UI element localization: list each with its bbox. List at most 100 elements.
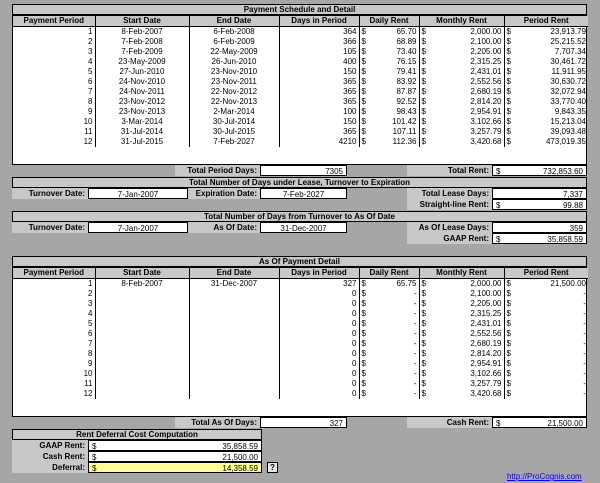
schedule-amount: 2,552.56: [470, 77, 502, 86]
schedule-cell: 366: [279, 37, 360, 47]
schedule-amount: 11,911.95: [551, 67, 586, 76]
schedule-cell: $33,770.40: [504, 97, 588, 107]
schedule-table: Payment Period Start Date End Date Days in …: [12, 15, 588, 165]
table-row: 11 31-Jul-2014 30-Jul-2015 365 $107.11 $3,257…: [13, 127, 588, 137]
currency-sign: $: [421, 77, 426, 86]
schedule-header-5: Monthly Rent: [419, 16, 505, 27]
detail-cell: $ -: [504, 359, 588, 369]
schedule-cell: 27-Jun-2010: [95, 67, 190, 77]
table-row: 9 23-Nov-2013 2-Mar-2014 100 $98.43 $2,954.91…: [13, 107, 588, 117]
schedule-amount: 2,680.19: [470, 87, 502, 96]
detail-cell: $ -: [359, 369, 420, 379]
detail-amount: 2,205.00: [470, 299, 502, 308]
lease-turnover-input[interactable]: 7-Jan-2007: [88, 188, 188, 199]
detail-cell: 7: [13, 339, 96, 349]
schedule-amount: 25,215.52: [550, 37, 586, 46]
schedule-cell: 5: [13, 67, 96, 77]
schedule-cell: 12: [13, 137, 96, 147]
table-row: 10 0 $ - $3,102.66 $ -: [13, 369, 588, 379]
schedule-amount: 2,100.00: [470, 37, 502, 46]
detail-cell: $2,000.00: [419, 278, 505, 289]
expiration-input[interactable]: 7-Feb-2027: [260, 188, 347, 199]
detail-cell: 0: [279, 369, 360, 379]
schedule-amount: 68.89: [396, 37, 417, 46]
table-row: 11 0 $ - $3,257.79 $ -: [13, 379, 588, 389]
schedule-amount: 473,019.35: [545, 137, 586, 146]
asof-turnover-label: Turnover Date:: [12, 222, 88, 233]
schedule-cell: 7-Feb-2009: [95, 47, 190, 57]
detail-cell: 10: [13, 369, 96, 379]
asof-title: Total Number of Days from Turnover to As…: [12, 211, 587, 222]
detail-cell: $ -: [359, 299, 420, 309]
schedule-cell: 23-Nov-2012: [95, 97, 190, 107]
detail-cell: $65.75: [359, 278, 420, 289]
schedule-cell: $2,315.25: [419, 57, 505, 67]
schedule-amount: 7,707.34: [554, 47, 586, 56]
detail-cell: 0: [279, 319, 360, 329]
currency-sign: $: [421, 339, 426, 348]
schedule-amount: 2,315.25: [470, 57, 502, 66]
detail-cell: $2,431.01: [419, 319, 505, 329]
detail-cell: [189, 379, 280, 389]
schedule-cell: 4210: [279, 137, 360, 147]
schedule-amount: 9,843.35: [554, 107, 586, 116]
schedule-amount: 39,093.48: [550, 127, 586, 136]
cash-rent-amount: 21,500.00: [547, 419, 583, 428]
schedule-amount: 2,431.01: [470, 67, 502, 76]
help-button[interactable]: ?: [267, 462, 278, 473]
procognis-link[interactable]: http://ProCognis.com: [507, 472, 582, 481]
currency-sign: $: [361, 37, 366, 46]
currency-sign: $: [506, 329, 511, 338]
schedule-amount: 2,814.20: [470, 97, 502, 106]
cash-rent-label: Cash Rent:: [407, 417, 492, 428]
schedule-cell: 365: [279, 87, 360, 97]
schedule-amount: 2,205.00: [470, 47, 502, 56]
schedule-cell: $11,911.95: [504, 67, 588, 77]
asof-date-input[interactable]: 31-Dec-2007: [260, 222, 347, 233]
currency-sign: $: [421, 37, 426, 46]
schedule-cell: $65.70: [359, 26, 420, 37]
detail-amount: -: [413, 359, 417, 368]
schedule-cell: 23-Nov-2011: [189, 77, 280, 87]
schedule-cell: 22-Nov-2012: [189, 87, 280, 97]
detail-amount: 3,420.68: [470, 389, 502, 398]
detail-cell: 8: [13, 349, 96, 359]
schedule-cell: 7-Feb-2008: [95, 37, 190, 47]
currency-sign: $: [361, 319, 366, 328]
schedule-cell: 365: [279, 127, 360, 137]
currency-sign: $: [506, 67, 511, 76]
currency-sign: $: [506, 339, 511, 348]
detail-cell: $ -: [359, 339, 420, 349]
detail-cell: [189, 309, 280, 319]
total-period-days-label: Total Period Days:: [175, 165, 260, 176]
detail-amount: -: [413, 329, 417, 338]
currency-sign: $: [421, 67, 426, 76]
detail-cell: $ -: [359, 289, 420, 299]
detail-amount: -: [413, 309, 417, 318]
detail-cell: $3,420.68: [419, 389, 505, 399]
currency-sign: $: [496, 167, 501, 176]
schedule-cell: 24-Nov-2011: [95, 87, 190, 97]
currency-sign: $: [421, 319, 426, 328]
schedule-cell: $73.40: [359, 47, 420, 57]
currency-sign: $: [421, 97, 426, 106]
currency-sign: $: [421, 137, 426, 146]
asof-turnover-input[interactable]: 7-Jan-2007: [88, 222, 188, 233]
schedule-cell: 6-Feb-2009: [189, 37, 280, 47]
schedule-amount: 32,072.94: [550, 87, 586, 96]
schedule-cell: 365: [279, 97, 360, 107]
detail-cell: [95, 389, 190, 399]
schedule-cell: 26-Jun-2010: [189, 57, 280, 67]
table-row: 6 24-Nov-2010 23-Nov-2011 365 $83.92 $2,552.5…: [13, 77, 588, 87]
currency-sign: $: [421, 279, 426, 288]
currency-sign: $: [361, 47, 366, 56]
expiration-label: Expiration Date:: [188, 188, 260, 199]
detail-amount: -: [413, 299, 417, 308]
detail-amount: 2,680.19: [470, 339, 502, 348]
currency-sign: $: [421, 389, 426, 398]
straight-line-label: Straight-line Rent:: [407, 199, 492, 210]
detail-amount: 3,102.66: [470, 369, 502, 378]
detail-amount: -: [583, 349, 586, 358]
straight-line-value: $99.88: [492, 199, 587, 210]
table-row: 5 0 $ - $2,431.01 $ -: [13, 319, 588, 329]
